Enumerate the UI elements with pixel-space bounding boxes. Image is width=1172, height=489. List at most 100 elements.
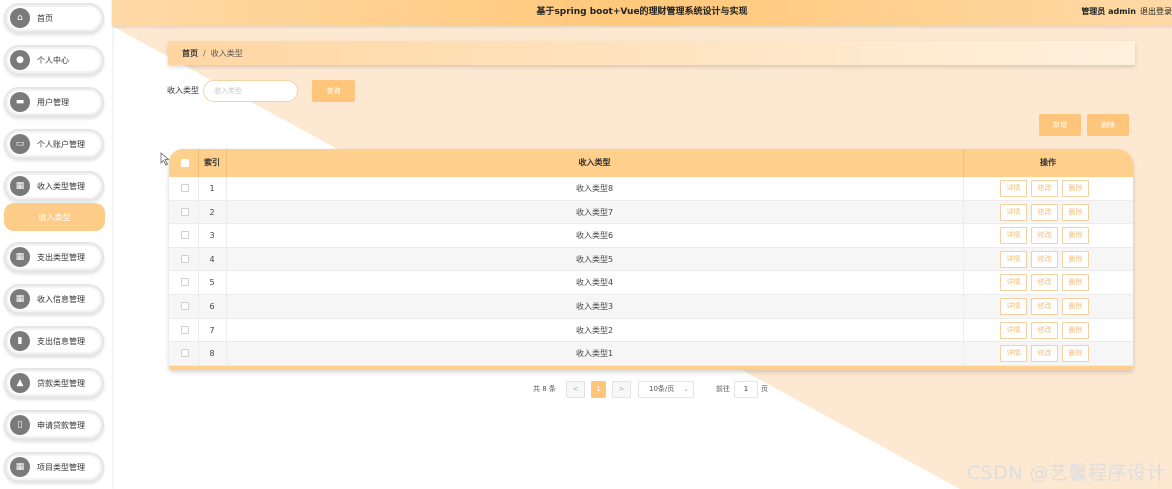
sidebar-item-home[interactable]: ⌂ 首页 bbox=[4, 3, 104, 33]
mouse-cursor-icon bbox=[160, 152, 170, 166]
pagination-goto-input[interactable]: 1 bbox=[734, 381, 758, 398]
sidebar-item-accounts[interactable]: ▭ 个人账户管理 bbox=[4, 129, 104, 159]
row-index: 6 bbox=[209, 302, 215, 311]
sidebar-item-label: 贷款类型管理 bbox=[37, 378, 85, 388]
search-button[interactable]: 查询 bbox=[312, 80, 355, 102]
sidebar-item-label: 收入信息管理 bbox=[37, 294, 85, 304]
sidebar-item-label: 个人账户管理 bbox=[37, 139, 85, 149]
table-row: 1 收入类型8 详情 修改 删除 bbox=[169, 177, 1133, 201]
detail-button[interactable]: 详情 bbox=[1000, 298, 1027, 315]
row-income-type: 收入类型8 bbox=[575, 184, 614, 193]
home-icon: ⌂ bbox=[10, 8, 30, 28]
sidebar-subitem-income-type[interactable]: 收入类型 bbox=[4, 203, 105, 231]
edit-button[interactable]: 修改 bbox=[1031, 250, 1058, 268]
car-icon: ▲ bbox=[10, 373, 30, 393]
row-income-type: 收入类型7 bbox=[575, 207, 614, 217]
detail-button[interactable]: 详情 bbox=[1000, 345, 1027, 363]
header-income-type: 收入类型 bbox=[578, 158, 611, 167]
edit-button[interactable]: 修改 bbox=[1031, 180, 1058, 197]
sidebar-item-loan-type-mgmt[interactable]: ▲ 贷款类型管理 bbox=[4, 368, 104, 398]
row-checkbox[interactable] bbox=[181, 207, 189, 216]
table-row: 8 收入类型1 详情 修改 删除 bbox=[169, 342, 1133, 366]
sidebar-item-expense-info-mgmt[interactable]: ▮ 支出信息管理 bbox=[4, 326, 104, 356]
select-all-checkbox[interactable] bbox=[181, 159, 189, 167]
sidebar-item-label: 首页 bbox=[37, 13, 53, 23]
sidebar-item-income-info-mgmt[interactable]: ▦ 收入信息管理 bbox=[4, 284, 104, 314]
detail-button[interactable]: 详情 bbox=[1000, 180, 1027, 197]
row-delete-button[interactable]: 删除 bbox=[1062, 227, 1089, 245]
page-size-select[interactable]: 10条/页 ⌄ bbox=[638, 381, 694, 398]
pagination-prev-button[interactable]: < bbox=[566, 381, 585, 398]
edit-button[interactable]: 修改 bbox=[1031, 345, 1058, 363]
edit-button[interactable]: 修改 bbox=[1031, 321, 1058, 339]
detail-button[interactable]: 详情 bbox=[1000, 203, 1027, 221]
row-checkbox[interactable] bbox=[181, 349, 189, 358]
row-checkbox[interactable] bbox=[181, 302, 189, 310]
row-index: 3 bbox=[209, 231, 215, 241]
edit-button[interactable]: 修改 bbox=[1031, 227, 1058, 245]
grid-icon: ▦ bbox=[10, 289, 30, 309]
row-delete-button[interactable]: 删除 bbox=[1062, 203, 1089, 221]
delete-button[interactable]: 删除 bbox=[1087, 114, 1129, 136]
app-title: 基于spring boot+Vue的理财管理系统设计与实现 bbox=[536, 7, 748, 17]
table-footer-bar bbox=[169, 366, 1133, 370]
row-checkbox[interactable] bbox=[181, 278, 189, 287]
detail-button[interactable]: 详情 bbox=[1000, 227, 1027, 245]
sidebar-item-label: 项目类型管理 bbox=[37, 462, 85, 472]
row-index: 8 bbox=[209, 349, 215, 359]
table-row: 6 收入类型3 详情 修改 删除 bbox=[169, 295, 1133, 319]
logout-link[interactable]: 退出登录 bbox=[1140, 0, 1172, 24]
search-input[interactable] bbox=[203, 80, 298, 102]
row-delete-button[interactable]: 删除 bbox=[1062, 250, 1089, 268]
grid-icon: ▦ bbox=[10, 247, 30, 267]
sidebar-item-profile[interactable]: ● 个人中心 bbox=[4, 45, 104, 75]
sidebar-item-users[interactable]: ▬ 用户管理 bbox=[4, 87, 104, 117]
table-row: 4 收入类型5 详情 修改 删除 bbox=[169, 247, 1133, 272]
pagination-page-1[interactable]: 1 bbox=[591, 381, 606, 398]
row-delete-button[interactable]: 删除 bbox=[1062, 274, 1089, 292]
header-index: 索引 bbox=[204, 158, 220, 167]
grid-icon: ▦ bbox=[10, 176, 30, 196]
detail-button[interactable]: 详情 bbox=[1000, 250, 1027, 268]
row-income-type: 收入类型3 bbox=[575, 302, 614, 311]
top-header: 基于spring boot+Vue的理财管理系统设计与实现 管理员 admin … bbox=[112, 0, 1172, 26]
breadcrumb-current: 收入类型 bbox=[210, 48, 243, 58]
edit-button[interactable]: 修改 bbox=[1031, 203, 1058, 221]
sidebar-item-label: 用户管理 bbox=[37, 97, 69, 107]
pagination-next-button[interactable]: > bbox=[612, 381, 631, 398]
row-delete-button[interactable]: 删除 bbox=[1062, 345, 1089, 363]
sidebar-item-income-type-mgmt[interactable]: ▦ 收入类型管理 bbox=[4, 171, 104, 201]
pagination-goto-suffix: 页 bbox=[761, 385, 768, 393]
sidebar-item-project-type-mgmt[interactable]: ▦ 项目类型管理 bbox=[4, 452, 104, 482]
detail-button[interactable]: 详情 bbox=[1000, 274, 1027, 292]
row-delete-button[interactable]: 删除 bbox=[1062, 298, 1089, 315]
table-row: 2 收入类型7 详情 修改 删除 bbox=[169, 200, 1133, 225]
user-icon: ● bbox=[10, 50, 30, 70]
table-header: 索引 收入类型 操作 bbox=[169, 149, 1133, 177]
row-checkbox[interactable] bbox=[181, 231, 189, 240]
row-checkbox[interactable] bbox=[181, 325, 189, 334]
row-delete-button[interactable]: 删除 bbox=[1062, 321, 1089, 339]
search-label: 收入类型 bbox=[167, 86, 199, 95]
row-income-type: 收入类型6 bbox=[575, 231, 614, 241]
breadcrumb-separator: / bbox=[203, 48, 206, 58]
add-button[interactable]: 新增 bbox=[1039, 114, 1081, 136]
sidebar-item-label: 收入类型管理 bbox=[37, 181, 85, 191]
pagination-total: 共 8 条 bbox=[533, 385, 556, 393]
edit-button[interactable]: 修改 bbox=[1031, 274, 1058, 292]
row-checkbox[interactable] bbox=[181, 184, 189, 192]
sidebar-item-expense-type-mgmt[interactable]: ▦ 支出类型管理 bbox=[4, 242, 104, 272]
row-index: 7 bbox=[209, 325, 215, 335]
chevron-down-icon: ⌄ bbox=[683, 385, 689, 393]
doc-icon: ▯ bbox=[10, 415, 30, 435]
detail-button[interactable]: 详情 bbox=[1000, 321, 1027, 339]
breadcrumb: 首页 / 收入类型 bbox=[168, 41, 1135, 65]
edit-button[interactable]: 修改 bbox=[1031, 298, 1058, 315]
breadcrumb-home[interactable]: 首页 bbox=[182, 48, 198, 59]
row-checkbox[interactable] bbox=[181, 254, 189, 263]
row-delete-button[interactable]: 删除 bbox=[1062, 180, 1089, 197]
sidebar-item-loan-apply-mgmt[interactable]: ▯ 申请贷款管理 bbox=[4, 410, 104, 440]
current-user: 管理员 admin bbox=[1081, 7, 1136, 16]
watermark: CSDN @艺馨程序设计 bbox=[966, 462, 1166, 484]
row-income-type: 收入类型1 bbox=[575, 349, 614, 359]
